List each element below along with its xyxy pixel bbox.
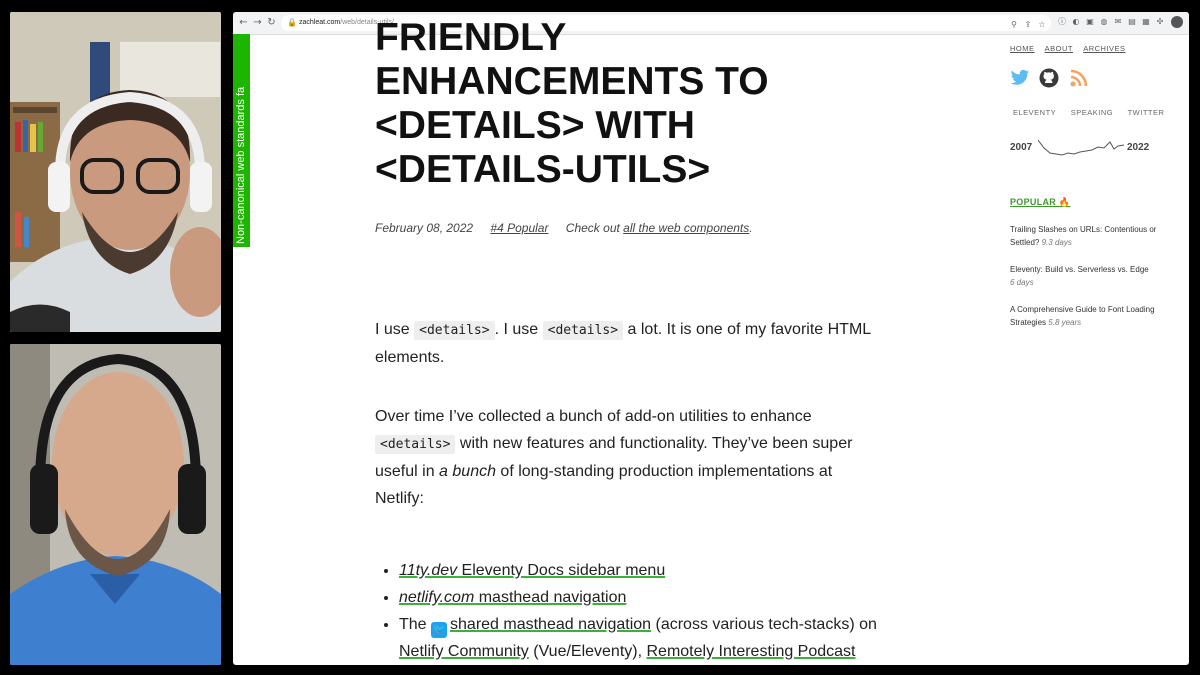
extension-icon[interactable]: ◍ <box>1099 17 1109 27</box>
eleventy-docs-link[interactable]: 11ty.dev Eleventy Docs sidebar menu <box>399 562 665 579</box>
extension-icon[interactable]: ✉ <box>1113 17 1123 27</box>
browser-window: ← → ↻ 🔒 zachleat.com/web/details-utils/ … <box>233 12 1189 665</box>
netlify-community-link[interactable]: Netlify Community <box>399 643 529 660</box>
year-start: 2007 <box>1010 142 1033 153</box>
webcam-feed-bottom <box>10 344 221 665</box>
category-twitter[interactable]: TWITTER <box>1128 108 1165 117</box>
list-item: 11ty.dev Eleventy Docs sidebar menu <box>399 557 919 584</box>
checkout-prefix: Check out <box>565 221 624 235</box>
title-line: <DETAILS> WITH <box>375 104 695 147</box>
zoom-icon[interactable]: ⚲ <box>1009 20 1019 30</box>
site-nav: HOME ABOUT ARCHIVES <box>1010 44 1134 53</box>
puzzle-icon[interactable]: ✣ <box>1155 17 1165 27</box>
paragraph-utilities: Over time I’ve collected a bunch of add-… <box>375 408 853 507</box>
sparkline-chart <box>1038 139 1124 156</box>
social-links <box>1010 68 1094 90</box>
extension-icon[interactable]: ▦ <box>1141 17 1151 27</box>
category-eleventy[interactable]: ELEVENTY <box>1013 108 1056 117</box>
nav-about[interactable]: ABOUT <box>1045 44 1073 53</box>
banner-text: Non-canonical web standards fa <box>235 86 247 244</box>
extension-icon[interactable]: ▤ <box>1127 17 1137 27</box>
shared-masthead-link[interactable]: shared masthead navigation <box>450 616 651 633</box>
implementations-list: 11ty.dev Eleventy Docs sidebar menu netl… <box>375 557 919 665</box>
list-item: netlify.com masthead navigation <box>399 584 919 611</box>
share-icon[interactable]: ⇪ <box>1023 20 1033 30</box>
rss-icon[interactable] <box>1069 68 1089 93</box>
reload-icon[interactable]: ↻ <box>265 16 278 29</box>
webcam-feed-top <box>10 12 221 332</box>
article-title: FRIENDLY ENHANCEMENTS TO <DETAILS> WITH … <box>375 16 845 192</box>
popular-item[interactable]: A Comprehensive Guide to Font Loading St… <box>1010 304 1170 329</box>
nav-home[interactable]: HOME <box>1010 44 1035 53</box>
title-line: ENHANCEMENTS TO <box>375 60 769 103</box>
popular-rank-link[interactable]: #4 Popular <box>490 221 548 235</box>
remotely-interesting-link[interactable]: Remotely Interesting Podcast <box>647 643 856 660</box>
checkout-suffix: . <box>749 221 753 235</box>
back-icon[interactable]: ← <box>237 16 250 29</box>
paragraph-intro: I use <details>. I use <details> a lot. … <box>375 321 871 366</box>
archive-sparkline: 2007 2022 <box>1010 138 1170 162</box>
inline-code: <details> <box>375 435 456 454</box>
extension-icon[interactable]: ◐ <box>1071 17 1081 27</box>
netlify-masthead-link[interactable]: netlify.com masthead navigation <box>399 589 626 606</box>
inline-code: <details> <box>414 321 495 340</box>
forward-icon[interactable]: → <box>251 16 264 29</box>
list-item: The 🐦shared masthead navigation (across … <box>399 611 919 665</box>
title-line: <DETAILS-UTILS> <box>375 148 711 191</box>
checkout-text: Check out all the web components. <box>566 221 753 235</box>
popular-item[interactable]: Trailing Slashes on URLs: Contentious or… <box>1010 224 1170 249</box>
bookmark-star-icon[interactable]: ☆ <box>1037 20 1047 30</box>
lock-icon: 🔒 <box>287 18 297 27</box>
twitter-icon[interactable] <box>1010 69 1030 92</box>
article-meta: February 08, 2022 #4 Popular Check out a… <box>375 221 767 235</box>
extension-icon[interactable]: ⓘ <box>1057 17 1067 27</box>
extension-icon[interactable]: ▣ <box>1085 17 1095 27</box>
category-speaking[interactable]: SPEAKING <box>1071 108 1113 117</box>
inline-code: <details> <box>542 321 624 340</box>
article-date: February 08, 2022 <box>375 221 474 235</box>
web-components-link[interactable]: all the web components <box>623 221 749 235</box>
github-icon[interactable] <box>1039 68 1059 93</box>
nav-archives[interactable]: ARCHIVES <box>1083 44 1125 53</box>
category-links: ELEVENTY SPEAKING TWITTER <box>1013 108 1176 117</box>
title-line: FRIENDLY <box>375 16 567 59</box>
page-content: FRIENDLY ENHANCEMENTS TO <DETAILS> WITH … <box>233 16 1189 665</box>
year-end: 2022 <box>1127 142 1150 153</box>
twitter-icon: 🐦 <box>431 622 448 638</box>
popular-item[interactable]: Eleventy: Build vs. Serverless vs. Edge 6… <box>1010 264 1170 289</box>
profile-avatar[interactable] <box>1171 16 1183 28</box>
popular-heading[interactable]: POPULAR 🔥 <box>1010 197 1070 208</box>
banner-ribbon[interactable]: Non-canonical web standards fa <box>233 34 250 247</box>
